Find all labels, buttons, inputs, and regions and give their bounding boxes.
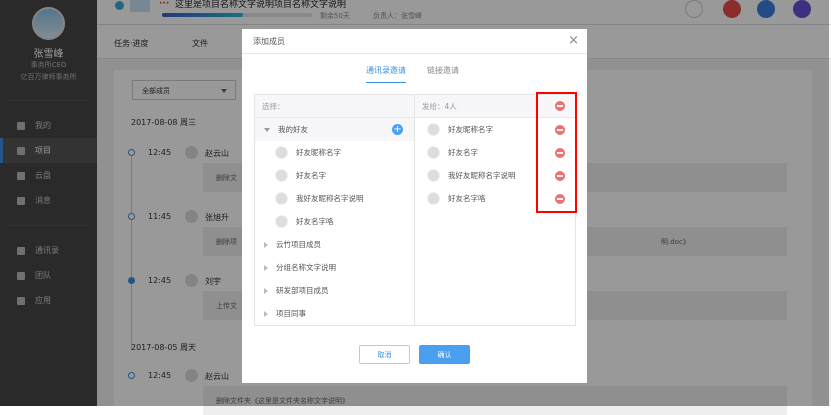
friend-name: 好友名字咯 [296,217,334,226]
group-label: 分组名称文字说明 [276,263,336,272]
selected-name: 好友昵称名字 [448,125,493,134]
friend-name: 好友昵称名字 [296,148,341,157]
friend-name: 好友名字 [296,171,326,180]
avatar [427,169,440,182]
caret-right-icon [264,241,268,248]
caret-right-icon [264,310,268,317]
friend-name: 我好友昵称名字说明 [296,194,364,203]
tab-contacts-invite[interactable]: 通讯录邀请 [366,65,406,83]
avatar [427,192,440,205]
highlight-box [536,92,577,213]
group-item[interactable]: 分组名称文字说明 [255,256,414,279]
avatar [275,169,288,182]
friend-item[interactable]: 好友名字咯 [255,210,414,233]
avatar [275,146,288,159]
cancel-button[interactable]: 取消 [359,345,410,364]
group-label: 我的好友 [278,125,308,134]
group-label: 项目同事 [276,309,306,318]
close-icon[interactable]: × [568,33,579,48]
group-item[interactable]: 研发部项目成员 [255,279,414,302]
group-item[interactable]: 云竹项目成员 [255,233,414,256]
selected-name: 好友名字咯 [448,194,486,203]
friend-item[interactable]: 我好友昵称名字说明 [255,187,414,210]
avatar [427,123,440,136]
confirm-button[interactable]: 确认 [419,345,470,364]
caret-right-icon [264,264,268,271]
selected-name: 好友名字 [448,148,478,157]
caret-right-icon [264,287,268,294]
tab-link-invite[interactable]: 链接邀请 [427,65,459,82]
select-header: 选择： [255,95,414,118]
group-item[interactable]: 项目同事 [255,302,414,325]
avatar [275,215,288,228]
avatar [275,192,288,205]
friend-item[interactable]: 好友名字 [255,164,414,187]
dialog-title: 添加成员 [253,37,285,46]
friend-item[interactable]: 好友昵称名字 [255,141,414,164]
add-all-icon[interactable]: + [392,124,403,135]
select-column: 选择： 我的好友 + 好友昵称名字 好友名字 我好友昵称名字说明 好友名字咯 云竹… [255,95,415,325]
group-label: 云竹项目成员 [276,240,321,249]
group-my-friends[interactable]: 我的好友 + [255,118,414,141]
selected-count: 发给：4人 [422,102,457,111]
avatar [427,146,440,159]
dialog-header: 添加成员 × [242,29,587,54]
member-picker: 选择： 我的好友 + 好友昵称名字 好友名字 我好友昵称名字说明 好友名字咯 云竹… [254,94,576,326]
caret-down-icon [264,127,270,132]
group-label: 研发部项目成员 [276,286,329,295]
selected-name: 我好友昵称名字说明 [448,171,516,180]
